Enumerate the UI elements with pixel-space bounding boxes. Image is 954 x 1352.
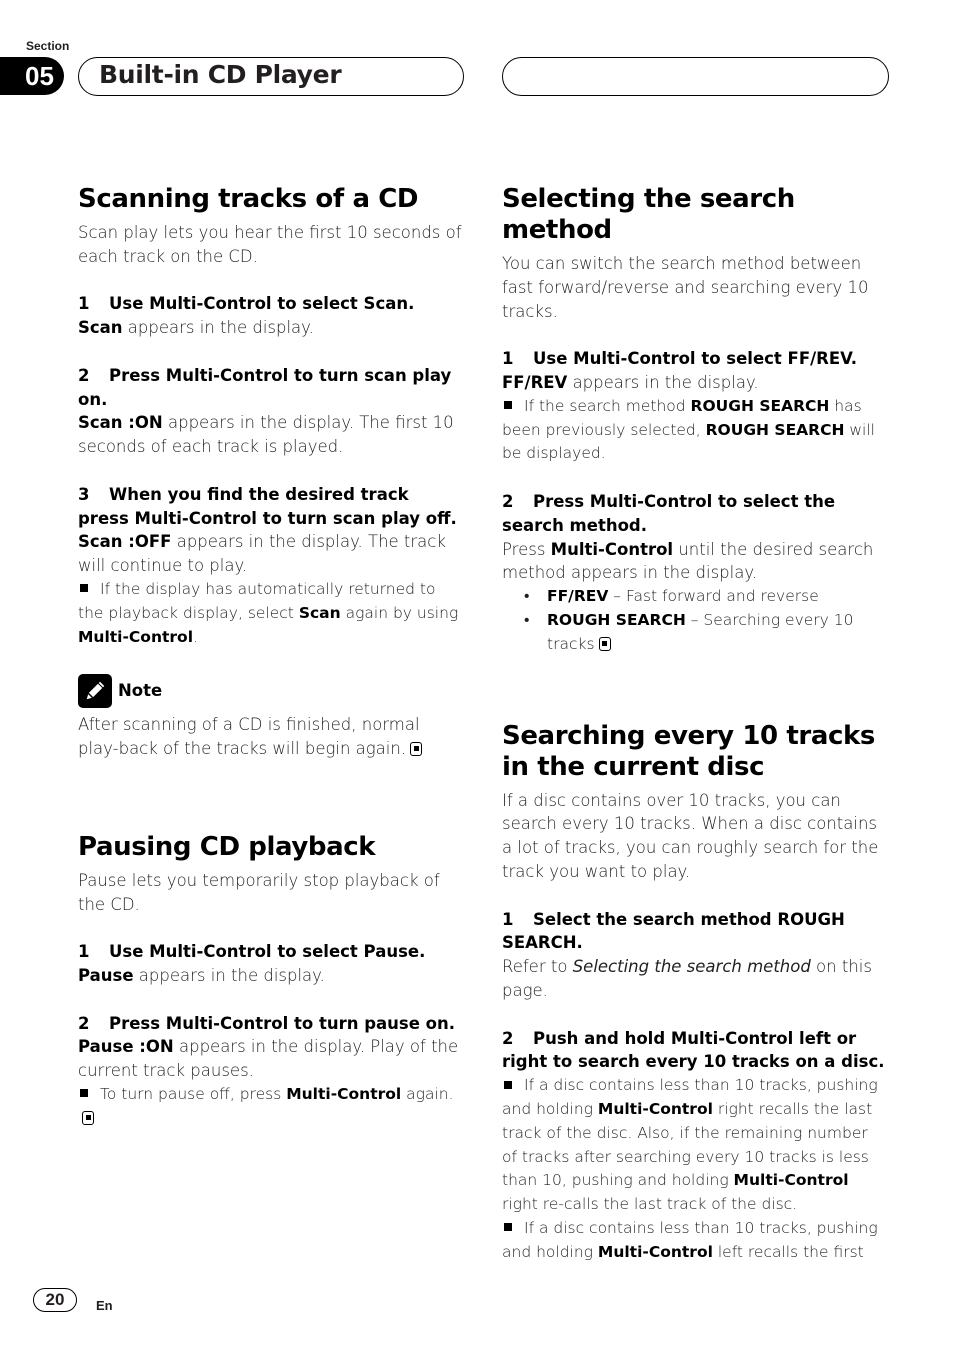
pause-step-1: 1 Use Multi-Control to select Pause.	[78, 942, 426, 962]
scan-heading: Scanning tracks of a CD	[78, 184, 419, 214]
left-column: Scanning tracks of a CD Scan play lets y…	[78, 184, 463, 1131]
pause-heading: Pausing CD playback	[78, 831, 376, 862]
method-heading: Selecting the search method	[502, 184, 795, 245]
method-step-2: 2 Press Multi-Control to select the searc…	[502, 491, 836, 535]
note-text: After scanning of a CD is finished, norm…	[78, 713, 463, 761]
pause-step-2-body: Pause :ON appears in the display. Play o…	[78, 1037, 459, 1081]
note-label: Note	[118, 681, 163, 701]
section-label: Section	[26, 39, 70, 53]
scan-step-1-body: Scan appears in the display.	[78, 318, 314, 338]
pause-step-1-body: Pause appears in the display.	[78, 965, 325, 985]
scan-step-1: 1 Use Multi-Control to select Scan.	[78, 294, 415, 314]
section-title: Built-in CD Player	[99, 60, 342, 89]
method-intro: You can switch the search method between…	[502, 254, 869, 321]
rough-tip-2: If a disc contains less than 10 tracks, …	[502, 1218, 878, 1261]
method-tip: If the search method ROUGH SEARCH has be…	[502, 396, 875, 463]
method-step-1: 1 Use Multi-Control to select FF/REV.	[502, 349, 858, 369]
end-mark-icon	[82, 1110, 94, 1125]
end-mark-icon	[410, 741, 423, 756]
option-ffrev: • FF/REV – Fast forward and reverse	[524, 587, 819, 606]
rough-step-1: 1 Select the search method ROUGH SEARCH.	[502, 909, 845, 953]
rough-tip-1: If a disc contains less than 10 tracks, …	[502, 1076, 878, 1214]
end-mark-icon	[598, 636, 611, 651]
tip-square-icon	[504, 1080, 512, 1089]
method-step-1-body: FF/REV appears in the display.	[502, 372, 759, 392]
method-step-2-body: Press Multi-Control until the desired se…	[502, 539, 874, 583]
scan-step-3-body: Scan :OFF appears in the display. The tr…	[78, 532, 446, 576]
section-number-badge: 05	[0, 57, 64, 95]
tip-square-icon	[80, 1089, 88, 1098]
option-rough-search: • ROUGH SEARCH – Searching every 10 track…	[524, 610, 854, 653]
page-number: 20	[33, 1288, 77, 1312]
pause-step-2: 2 Press Multi-Control to turn pause on.	[78, 1013, 456, 1033]
section-title-banner: Built-in CD Player	[78, 57, 464, 96]
pencil-icon	[78, 674, 112, 709]
pause-intro: Pause lets you temporarily stop playback…	[78, 870, 440, 914]
rough-step-1-body: Refer to Selecting the search method on …	[502, 957, 872, 1000]
rough-intro: If a disc contains over 10 tracks, you c…	[502, 790, 879, 881]
scan-step-2: 2 Press Multi-Control to turn scan play o…	[78, 365, 452, 409]
scan-step-2-body: Scan :ON appears in the display. The fir…	[78, 413, 454, 457]
right-column: Selecting the search method You can swit…	[502, 184, 887, 1264]
scan-intro: Scan play lets you hear the first 10 sec…	[78, 223, 462, 266]
rough-heading: Searching every 10 tracks in the current…	[502, 720, 875, 782]
empty-banner	[502, 57, 889, 96]
language-label: En	[96, 1298, 113, 1313]
scan-tip: If the display has automatically returne…	[78, 579, 459, 646]
tip-square-icon	[80, 584, 88, 593]
note-header: Note	[78, 673, 463, 709]
pause-tip: To turn pause off, press Multi-Control a…	[78, 1083, 463, 1131]
tip-square-icon	[504, 401, 512, 410]
tip-square-icon	[504, 1223, 512, 1232]
scan-step-3: 3 When you find the desired track press M…	[78, 484, 457, 528]
rough-step-2: 2 Push and hold Multi-Control left or rig…	[502, 1028, 885, 1072]
